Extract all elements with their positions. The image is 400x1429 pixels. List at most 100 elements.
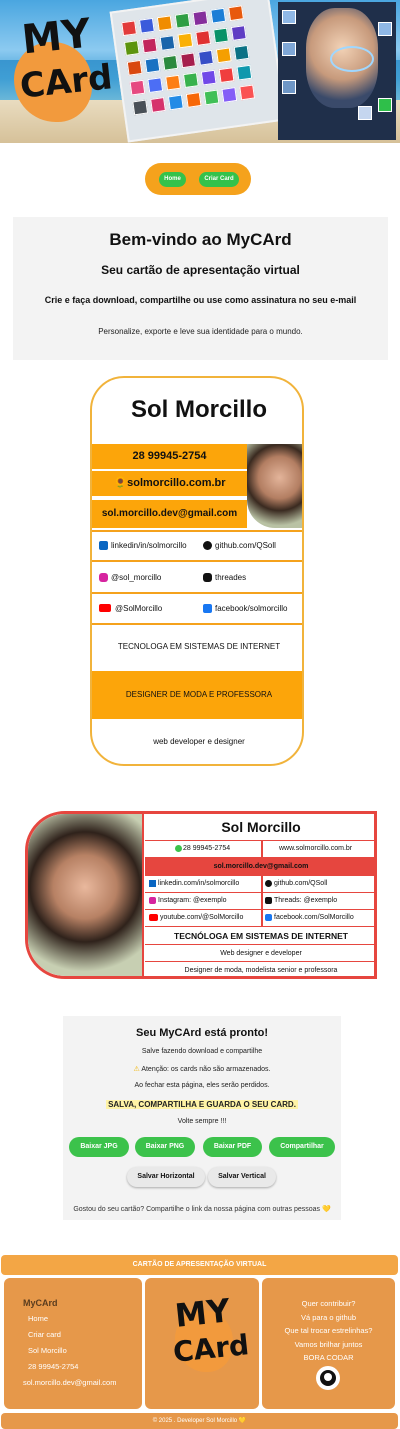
footer-center-box: MY CArd <box>145 1278 259 1409</box>
hcard-line1: Web designer e developer <box>145 945 374 962</box>
vcard-instagram[interactable]: @sol_morcillo <box>111 573 161 582</box>
footer-right-line4: Vamos brilhar juntos <box>294 1340 363 1349</box>
instagram-icon <box>149 897 156 904</box>
vcard-name: Sol Morcillo <box>130 396 267 423</box>
whatsapp-icon <box>175 845 182 852</box>
footer-right-box: Quer contribuir? Vá para o github Que ta… <box>262 1278 395 1409</box>
footer-copyright: © 2025 . Developer Sol Morcillo 💛 <box>1 1413 398 1429</box>
collage-image-social <box>109 0 287 143</box>
welcome-subtitle: Seu cartão de apresentação virtual <box>101 263 300 277</box>
hcard-line2: Designer de moda, modelista senior e pro… <box>184 967 338 974</box>
vcard-threads[interactable]: threades <box>215 573 246 582</box>
footer-title-bar: CARTÃO DE APRESENTAÇÃO VIRTUAL <box>1 1255 398 1275</box>
ready-line1: Salve fazendo download e compartilhe <box>141 1048 263 1055</box>
github-icon <box>203 541 212 550</box>
horizontal-card: Sol Morcillo 28 99945-2754 www.solmorcil… <box>25 811 377 979</box>
hcard-contact-row: 28 99945-2754 www.solmorcillo.com.br <box>145 841 374 858</box>
footer-logo-text-card: CArd <box>171 1328 251 1369</box>
ready-title: Seu MyCArd está pronto! <box>135 1027 268 1039</box>
collage-cloud <box>330 46 374 72</box>
hcard-divider <box>261 910 263 926</box>
hcard-divider <box>261 876 263 892</box>
ready-section: Seu MyCArd está pronto! Salve fazendo do… <box>63 1016 341 1220</box>
footer-right-line3: Que tal trocar estrelinhas? <box>284 1326 373 1335</box>
footer-name: Sol Morcillo <box>28 1346 67 1355</box>
vcard-youtube[interactable]: @SolMorcillo <box>115 604 162 613</box>
threads-icon <box>265 897 272 904</box>
hcard-links-row3: youtube.com/@SolMorcillo facebook.com/So… <box>145 910 374 927</box>
vcard-github[interactable]: github.com/QSoll <box>215 541 276 550</box>
instagram-icon <box>99 573 108 582</box>
nav-criar-card-button[interactable]: Criar Card <box>199 172 239 187</box>
footer-left-title: MyCArd <box>23 1298 58 1308</box>
vcard-photo <box>247 444 302 528</box>
share-button[interactable]: Compartilhar <box>269 1137 335 1157</box>
save-vertical-button[interactable]: Salvar Vertical <box>208 1167 276 1187</box>
footer-right-line1: Quer contribuir? <box>301 1299 356 1308</box>
hcard-photo <box>28 814 144 976</box>
footer-github-link[interactable]: Vá para o github <box>262 1313 395 1322</box>
footer-email[interactable]: sol.morcillo.dev@gmail.com <box>23 1378 116 1387</box>
threads-icon <box>203 573 212 582</box>
vcard-linkedin[interactable]: linkedin/in/solmorcillo <box>111 541 187 550</box>
footer-right-line5: BORA CODAR <box>303 1353 354 1362</box>
footer-logo-text-my: MY <box>173 1291 232 1335</box>
hcard-facebook[interactable]: facebook.com/SolMorcillo <box>274 914 354 921</box>
vcard-footer: web developer e designer <box>153 737 245 746</box>
ready-warning: Atenção: os cards não são armazenados. <box>141 1066 271 1073</box>
welcome-title: Bem-vindo ao MyCArd <box>109 230 292 249</box>
vertical-card: Sol Morcillo 28 99945-2754 🌻solmorcillo.… <box>90 376 304 766</box>
logo-text-my: MY <box>19 10 93 64</box>
hcard-website[interactable]: www.solmorcillo.com.br <box>279 845 352 852</box>
welcome-section: Bem-vindo ao MyCArd Seu cartão de aprese… <box>13 217 388 360</box>
welcome-tagline: Personalize, exporte e leve sua identida… <box>98 327 303 336</box>
linkedin-icon <box>149 880 156 887</box>
download-jpg-button[interactable]: Baixar JPG <box>69 1137 129 1157</box>
ready-highlight: SALVA, COMPARTILHA E GUARDA O SEU CARD. <box>106 1100 298 1109</box>
github-icon[interactable] <box>316 1366 340 1390</box>
vcard-facebook[interactable]: facebook/solmorcillo <box>215 604 287 613</box>
facebook-icon <box>203 604 212 613</box>
hcard-name: Sol Morcillo <box>145 814 374 841</box>
ready-line5: Volte sempre !!! <box>177 1118 227 1125</box>
collage-image-ai <box>278 2 396 140</box>
nav-home-button[interactable]: Home <box>159 172 186 187</box>
warning-icon: ⚠ <box>133 1066 140 1073</box>
vcard-website: 🌻solmorcillo.com.br <box>92 471 247 496</box>
vcard-title1: TECNOLOGA EM SISTEMAS DE INTERNET <box>92 623 302 671</box>
hcard-phone[interactable]: 28 99945-2754 <box>183 845 230 852</box>
hcard-divider <box>261 893 263 909</box>
facebook-icon <box>265 914 272 921</box>
hcard-github[interactable]: github.com/QSoll <box>274 880 327 887</box>
ready-highlight-row: SALVA, COMPARTILHA E GUARDA O SEU CARD. <box>63 1100 341 1109</box>
hcard-links-row1: linkedin.com/in/solmorcillo github.com/Q… <box>145 876 374 893</box>
welcome-headline: Crie e faça download, compartilhe ou use… <box>44 295 357 305</box>
footer-phone: 28 99945-2754 <box>28 1362 79 1371</box>
footer-link-criar-card[interactable]: Criar card <box>28 1330 61 1339</box>
header-banner: MY CArd <box>0 0 400 143</box>
footer-link-home[interactable]: Home <box>28 1314 48 1323</box>
hcard-email[interactable]: sol.morcillo.dev@gmail.com <box>145 858 374 876</box>
vcard-email: sol.morcillo.dev@gmail.com <box>92 500 247 528</box>
share-prompt: Gostou do seu cartão? Compartilhe o link… <box>73 1206 331 1213</box>
ready-warning-row: ⚠ Atenção: os cards não são armazenados. <box>63 1065 341 1073</box>
linkedin-icon <box>99 541 108 550</box>
ready-line3: Ao fechar esta página, eles serão perdid… <box>134 1082 270 1089</box>
youtube-icon <box>149 914 158 921</box>
download-pdf-button[interactable]: Baixar PDF <box>203 1137 262 1157</box>
hcard-linkedin[interactable]: linkedin.com/in/solmorcillo <box>158 880 239 887</box>
hcard-threads[interactable]: Threads: @exemplo <box>274 897 337 904</box>
vcard-title2: DESIGNER DE MODA E PROFESSORA <box>92 671 302 719</box>
download-png-button[interactable]: Baixar PNG <box>135 1137 195 1157</box>
vcard-links-row2: @sol_morcillo threades <box>92 560 302 592</box>
youtube-icon <box>99 604 111 612</box>
vcard-links-row3: @SolMorcillo facebook/solmorcillo <box>92 592 302 623</box>
hcard-links-row2: Instagram: @exemplo Threads: @exemplo <box>145 893 374 910</box>
save-horizontal-button[interactable]: Salvar Horizontal <box>127 1167 205 1187</box>
vcard-phone: 28 99945-2754 <box>92 444 247 469</box>
hcard-title: TECNÓLOGA EM SISTEMAS DE INTERNET <box>145 927 374 945</box>
footer-left-box: MyCArd Home Criar card Sol Morcillo 28 9… <box>4 1278 142 1409</box>
nav-pill: Home Criar Card <box>145 163 251 195</box>
hcard-youtube[interactable]: youtube.com/@SolMorcillo <box>160 914 243 921</box>
hcard-instagram[interactable]: Instagram: @exemplo <box>158 897 227 904</box>
